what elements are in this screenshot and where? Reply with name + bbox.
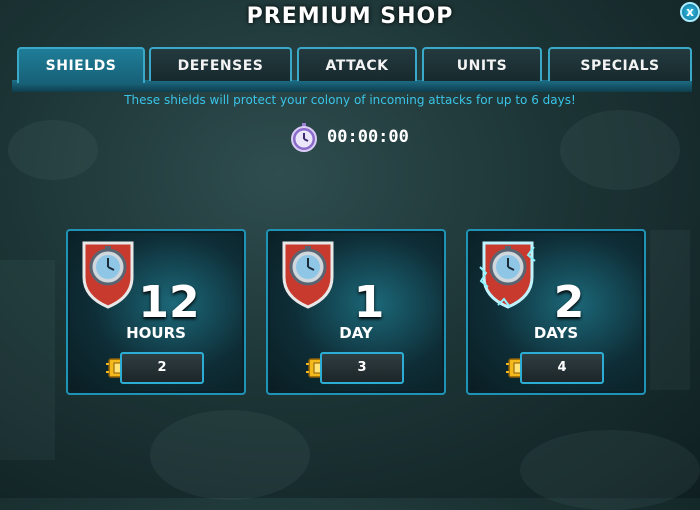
page-title: PREMIUM SHOP	[246, 4, 454, 29]
shield-offer-1-day[interactable]: 1 DAY 3	[266, 229, 446, 395]
tab-shields[interactable]: SHIELDS	[17, 47, 145, 83]
tab-units[interactable]: UNITS	[422, 47, 542, 81]
shield-duration-unit: DAYS	[533, 324, 579, 342]
shop-description: These shields will protect your colony o…	[124, 93, 576, 107]
background-dome	[520, 430, 700, 510]
buy-button[interactable]: 3	[320, 352, 404, 384]
background-structure	[650, 230, 690, 390]
background-dome	[560, 110, 680, 190]
shield-offer-2-days[interactable]: 2 DAYS 4	[466, 229, 646, 395]
shield-offer-12-hours[interactable]: 12 HOURS 2	[66, 229, 246, 395]
tab-attack[interactable]: ATTACK	[297, 47, 417, 81]
timer-value: 00:00:00	[327, 127, 409, 147]
shield-duration-amount: 1	[353, 277, 385, 328]
close-button[interactable]: x	[680, 2, 700, 22]
background-structure	[0, 260, 55, 460]
tab-defenses[interactable]: DEFENSES	[149, 47, 292, 81]
shield-duration-unit: DAY	[339, 324, 373, 342]
stopwatch-icon	[289, 122, 319, 152]
buy-button[interactable]: 2	[120, 352, 204, 384]
shield-duration-unit: HOURS	[126, 324, 186, 342]
background-dome	[8, 120, 98, 180]
tab-specials[interactable]: SPECIALS	[548, 47, 692, 81]
shield-duration-amount: 12	[138, 277, 200, 328]
buy-button[interactable]: 4	[520, 352, 604, 384]
background-dome	[150, 410, 310, 500]
shield-duration-amount: 2	[553, 277, 585, 328]
